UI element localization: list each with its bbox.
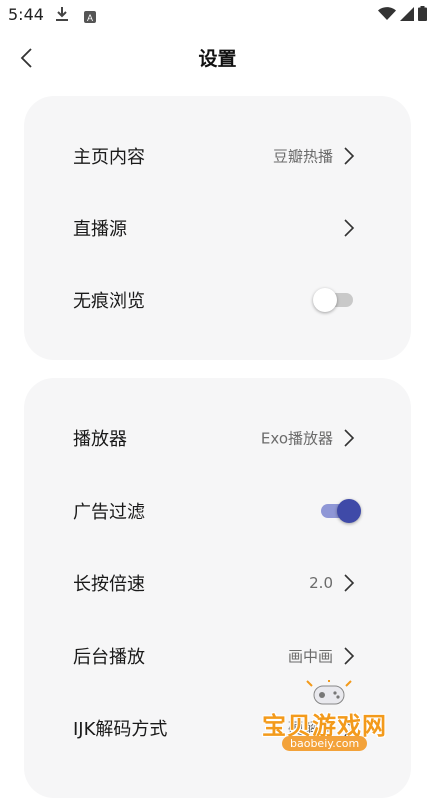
signal-icon	[400, 6, 414, 21]
row-live-source[interactable]: 直播源	[24, 192, 411, 264]
chevron-right-icon	[344, 429, 355, 447]
chevron-right-icon	[344, 719, 355, 737]
svg-text:A: A	[87, 13, 93, 23]
row-value: 2.0	[309, 574, 333, 592]
row-label: 播放器	[73, 429, 127, 450]
page-title: 设置	[198, 48, 237, 70]
row-ad-filter: 广告过滤	[24, 475, 411, 547]
chevron-right-icon	[344, 219, 355, 237]
toggle-knob	[337, 499, 361, 523]
row-value: 硬解码	[287, 719, 333, 738]
wifi-icon	[378, 6, 396, 20]
row-player[interactable]: 播放器 Exo播放器	[24, 402, 411, 474]
notification-a-icon: A	[84, 8, 96, 27]
row-value: 画中画	[287, 647, 333, 666]
row-label: 后台播放	[73, 647, 145, 668]
download-icon	[55, 6, 69, 26]
row-incognito: 无痕浏览	[24, 264, 411, 336]
incognito-toggle[interactable]	[313, 288, 357, 312]
row-home-content[interactable]: 主页内容 豆瓣热播	[24, 120, 411, 192]
status-icons	[378, 6, 427, 21]
chevron-right-icon	[344, 647, 355, 665]
row-label: 直播源	[73, 219, 127, 240]
header: 设置	[0, 30, 435, 86]
chevron-right-icon	[344, 574, 355, 592]
status-time: 5:44	[8, 5, 44, 24]
row-background-play[interactable]: 后台播放 画中画	[24, 620, 411, 692]
chevron-right-icon	[344, 147, 355, 165]
settings-card-player: 播放器 Exo播放器 广告过滤 长按倍速 2.0 后台播放 画中画 IJK解码方…	[24, 378, 411, 798]
row-label: 广告过滤	[73, 502, 145, 523]
row-label: IJK解码方式	[73, 719, 168, 740]
row-label: 长按倍速	[73, 574, 145, 595]
row-value: 豆瓣热播	[272, 147, 333, 166]
row-value: Exo播放器	[260, 429, 333, 448]
row-ijk-decode[interactable]: IJK解码方式 硬解码	[24, 692, 411, 764]
settings-card-general: 主页内容 豆瓣热播 直播源 无痕浏览	[24, 96, 411, 360]
ad-filter-toggle[interactable]	[317, 499, 361, 523]
row-label: 无痕浏览	[73, 291, 145, 312]
status-bar: 5:44 A	[0, 0, 435, 30]
row-long-press-speed[interactable]: 长按倍速 2.0	[24, 547, 411, 619]
toggle-knob	[313, 288, 337, 312]
row-label: 主页内容	[73, 147, 145, 168]
battery-icon	[418, 6, 427, 21]
